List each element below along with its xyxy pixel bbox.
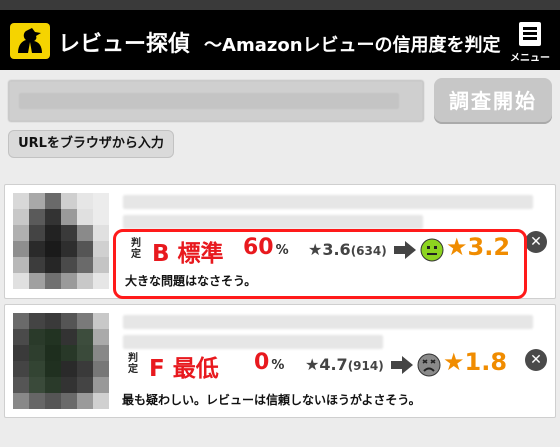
hantei-label: 判定 bbox=[131, 238, 141, 260]
result-panel-highlighted: 判定 B 標準 60% ★3.6(634) ★3.2 大きな問題はなさそう。 bbox=[113, 229, 527, 299]
percent-unit: % bbox=[275, 243, 289, 258]
review-count: (914) bbox=[347, 359, 384, 373]
disappointed-face-icon bbox=[417, 353, 441, 377]
product-name-blurred[interactable] bbox=[123, 315, 533, 329]
start-investigation-button[interactable]: 調査開始 bbox=[434, 78, 552, 124]
app-header: レビュー探偵 〜Amazonレビューの信用度を判定 メニュー bbox=[0, 10, 560, 70]
hantei-label: 判定 bbox=[128, 353, 138, 375]
menu-label: メニュー bbox=[510, 53, 550, 64]
close-icon[interactable]: ✕ bbox=[525, 231, 547, 253]
percent-value: 0 bbox=[254, 350, 270, 375]
trust-percent: 60% bbox=[243, 235, 289, 260]
url-from-browser-button[interactable]: URLをブラウザから入力 bbox=[8, 130, 174, 158]
review-count: (634) bbox=[350, 244, 387, 258]
grade-letter: B bbox=[152, 241, 170, 267]
neutral-face-icon bbox=[420, 238, 444, 262]
url-input-blurred-value bbox=[19, 93, 399, 109]
product-name-blurred[interactable] bbox=[123, 195, 533, 209]
percent-value: 60 bbox=[243, 235, 274, 260]
app-subtitle: 〜Amazonレビューの信用度を判定 bbox=[204, 35, 501, 56]
result-card-1: ✕ 判定 B 標準 60% ★3.6(634) ★3.2 大きな問題はなさそう。 bbox=[4, 184, 556, 299]
arrow-right-icon bbox=[394, 241, 416, 259]
menu-button[interactable]: メニュー bbox=[508, 18, 552, 68]
app-root: レビュー探偵 〜Amazonレビューの信用度を判定 メニュー 調査開始 URLをブ… bbox=[0, 0, 560, 447]
product-name-blurred-line2 bbox=[123, 335, 383, 349]
original-star-rating: ★4.7 bbox=[305, 355, 348, 374]
original-rating: ★3.6(634) bbox=[308, 240, 387, 259]
product-thumbnail[interactable] bbox=[13, 313, 109, 409]
grade: B 標準 bbox=[152, 234, 224, 268]
status-bar bbox=[0, 0, 560, 10]
original-star-rating: ★3.6 bbox=[308, 240, 351, 259]
product-thumbnail[interactable] bbox=[13, 193, 109, 289]
adjusted-rating: ★1.8 bbox=[443, 348, 508, 376]
percent-unit: % bbox=[271, 358, 285, 373]
verdict-comment: 最も疑わしい。レビューは信頼しないほうがよさそう。 bbox=[122, 393, 421, 407]
app-title: レビュー探偵 〜Amazonレビューの信用度を判定 bbox=[58, 26, 501, 58]
trust-percent: 0% bbox=[254, 350, 284, 375]
url-input[interactable] bbox=[8, 80, 424, 122]
grade-text: 最低 bbox=[172, 356, 219, 382]
verdict-comment: 大きな問題はなさそう。 bbox=[125, 274, 257, 288]
result-card-2: ✕ 判定 F 最低 0% ★4.7(914) ★1.8 最も疑わしい。レビューは… bbox=[4, 304, 556, 418]
arrow-right-icon bbox=[391, 356, 413, 374]
close-icon[interactable]: ✕ bbox=[525, 349, 547, 371]
grade: F 最低 bbox=[149, 349, 219, 383]
menu-document-icon bbox=[519, 22, 541, 46]
detective-silhouette-icon bbox=[10, 23, 50, 59]
grade-text: 標準 bbox=[177, 241, 224, 267]
grade-letter: F bbox=[149, 356, 165, 382]
adjusted-rating: ★3.2 bbox=[446, 233, 511, 261]
original-rating: ★4.7(914) bbox=[305, 355, 384, 374]
product-name-blurred-line2 bbox=[123, 215, 423, 229]
app-title-main: レビュー探偵 bbox=[58, 32, 191, 57]
